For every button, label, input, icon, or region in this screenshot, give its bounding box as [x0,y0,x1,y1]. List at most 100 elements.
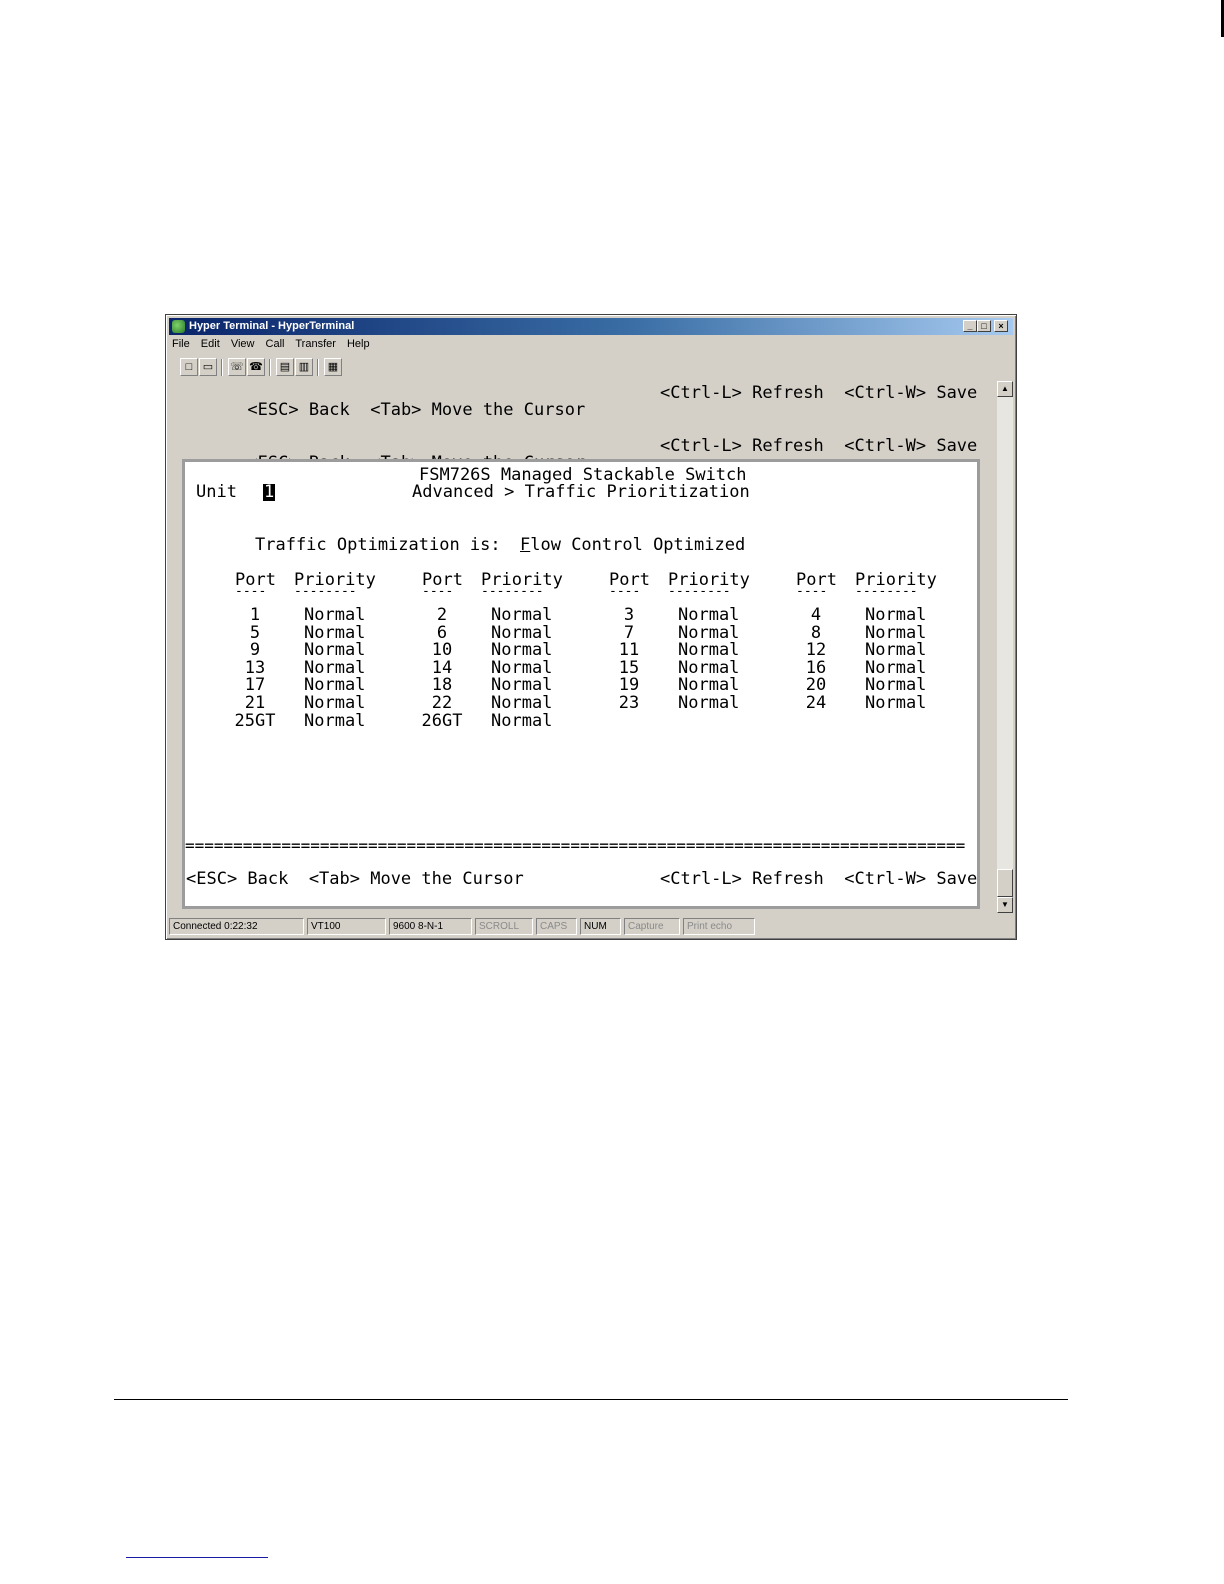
optimization-value-rest: low Control Optimized [530,535,746,555]
port-number: 26GT [421,710,463,731]
header-underline: ---- [609,584,641,599]
menu-view[interactable]: View [231,338,255,350]
port-number: 14 [431,657,453,678]
port-priority-field[interactable]: Normal [304,642,365,659]
status-capture: Capture [624,918,680,935]
port-priority-field[interactable]: Normal [304,712,365,730]
optimization-hotkey: F [520,535,531,555]
port-priority-field[interactable]: Normal [678,642,739,659]
port-priority-field[interactable]: Normal [865,642,926,659]
scroll-up-icon[interactable]: ▲ [997,381,1013,397]
port-number: 4 [810,605,822,625]
port-number: 18 [431,675,453,696]
disconnect-icon[interactable]: ☏ [228,358,246,376]
port-priority-field[interactable]: Normal [304,695,365,712]
menu-edit[interactable]: Edit [201,338,220,350]
hyperterminal-window: Hyper Terminal - HyperTerminal _ □ × Fil… [165,314,1017,940]
port-priority-field[interactable]: Normal [865,695,926,712]
port-number: 11 [618,640,640,661]
port-priority-field[interactable]: Normal [491,659,552,677]
header-underline: ---- [235,584,267,599]
port-number: 8 [810,622,822,643]
port-number: 19 [618,675,640,696]
toolbar-separator [317,359,319,376]
breadcrumb: Advanced > Traffic Prioritization [412,482,750,502]
port-number: 25GT [234,710,276,731]
terminal-area[interactable]: <ESC> Back <Tab> Move the Cursor <Ctrl-L… [174,381,996,913]
optimization-value[interactable]: Flow Control Optimized [520,537,745,554]
menu-help[interactable]: Help [347,338,370,350]
key-help-right: <Ctrl-L> Refresh <Ctrl-W> Save [660,383,978,403]
new-icon[interactable]: □ [180,358,198,376]
send-icon[interactable]: ▤ [276,358,294,376]
port-number: 21 [244,693,266,713]
open-icon[interactable]: ▭ [199,358,217,376]
port-number: 16 [805,657,827,678]
port-number: 3 [623,605,635,625]
close-button[interactable]: × [994,320,1008,332]
status-emulation: VT100 [307,918,386,935]
port-priority-field[interactable]: Normal [678,624,739,642]
port-priority-field[interactable]: Normal [304,677,365,694]
port-number: 22 [431,693,453,713]
status-scroll: SCROLL [475,918,533,935]
connect-icon[interactable]: ☎ [247,358,265,376]
port-number: 2 [436,605,448,625]
status-bar: Connected 0:22:32 VT100 9600 8-N-1 SCROL… [169,918,1013,936]
port-priority-field[interactable]: Normal [865,659,926,677]
window-title: Hyper Terminal - HyperTerminal [189,320,355,332]
unit-label: Unit [196,482,237,502]
key-help-left: <ESC> Back <Tab> Move the Cursor [247,400,586,420]
port-number: 12 [805,640,827,661]
port-priority-field[interactable]: Normal [678,607,739,624]
status-port-settings: 9600 8-N-1 [389,918,472,935]
unit-field[interactable]: 1 [263,484,276,501]
menu-transfer[interactable]: Transfer [295,338,336,350]
menu-file[interactable]: File [172,338,190,350]
title-bar[interactable]: Hyper Terminal - HyperTerminal _ □ × [169,318,1013,335]
port-priority-field[interactable]: Normal [491,607,552,624]
port-priority-field[interactable]: Normal [491,695,552,712]
port-number: 7 [623,622,635,643]
header-underline: ---- [422,584,454,599]
port-priority-field[interactable]: Normal [678,695,739,712]
port-priority-field[interactable]: Normal [491,624,552,642]
port-priority-field[interactable]: Normal [865,607,926,624]
scroll-down-icon[interactable]: ▼ [997,897,1013,913]
optimization-label: Traffic Optimization is: [255,535,501,555]
port-priority-field[interactable]: Normal [491,677,552,694]
vertical-scrollbar[interactable]: ▲ ▼ [997,381,1013,913]
port-number: 15 [618,657,640,678]
port-number: 20 [805,675,827,696]
port-priority-field[interactable]: Normal [491,712,552,730]
port-number: 9 [249,640,261,661]
port-priority-field[interactable]: Normal [304,624,365,642]
separator-line: ========================================… [185,836,966,855]
port-priority-field[interactable]: Normal [678,677,739,694]
minimize-button[interactable]: _ [963,320,977,332]
port-priority-field[interactable]: Normal [865,624,926,642]
port-priority-field[interactable]: Normal [678,659,739,677]
status-connected: Connected 0:22:32 [169,918,304,935]
port-number: 1 [249,605,261,625]
port-priority-field[interactable]: Normal [491,642,552,659]
port-priority-field[interactable]: Normal [304,659,365,677]
key-help-right: <Ctrl-L> Refresh <Ctrl-W> Save [660,436,978,456]
footer-rule [114,1399,1068,1400]
status-num: NUM [580,918,621,935]
maximize-button[interactable]: □ [977,320,991,332]
menu-call[interactable]: Call [266,338,285,350]
properties-icon[interactable]: ▦ [324,358,342,376]
toolbar-separator [269,359,271,376]
port-number: 13 [244,657,266,678]
port-priority-field[interactable]: Normal [304,607,365,624]
scroll-thumb[interactable] [997,869,1013,897]
menu-bar: File Edit View Call Transfer Help [172,336,378,353]
menu-screen: FSM726S Managed Stackable Switch Unit 1 … [182,459,980,909]
header-underline: -------- [668,584,731,599]
receive-icon[interactable]: ▥ [295,358,313,376]
key-help-left: <ESC> Back <Tab> Move the Cursor [186,869,524,889]
port-priority-field[interactable]: Normal [865,677,926,694]
header-underline: -------- [294,584,357,599]
header-underline: ---- [796,584,828,599]
